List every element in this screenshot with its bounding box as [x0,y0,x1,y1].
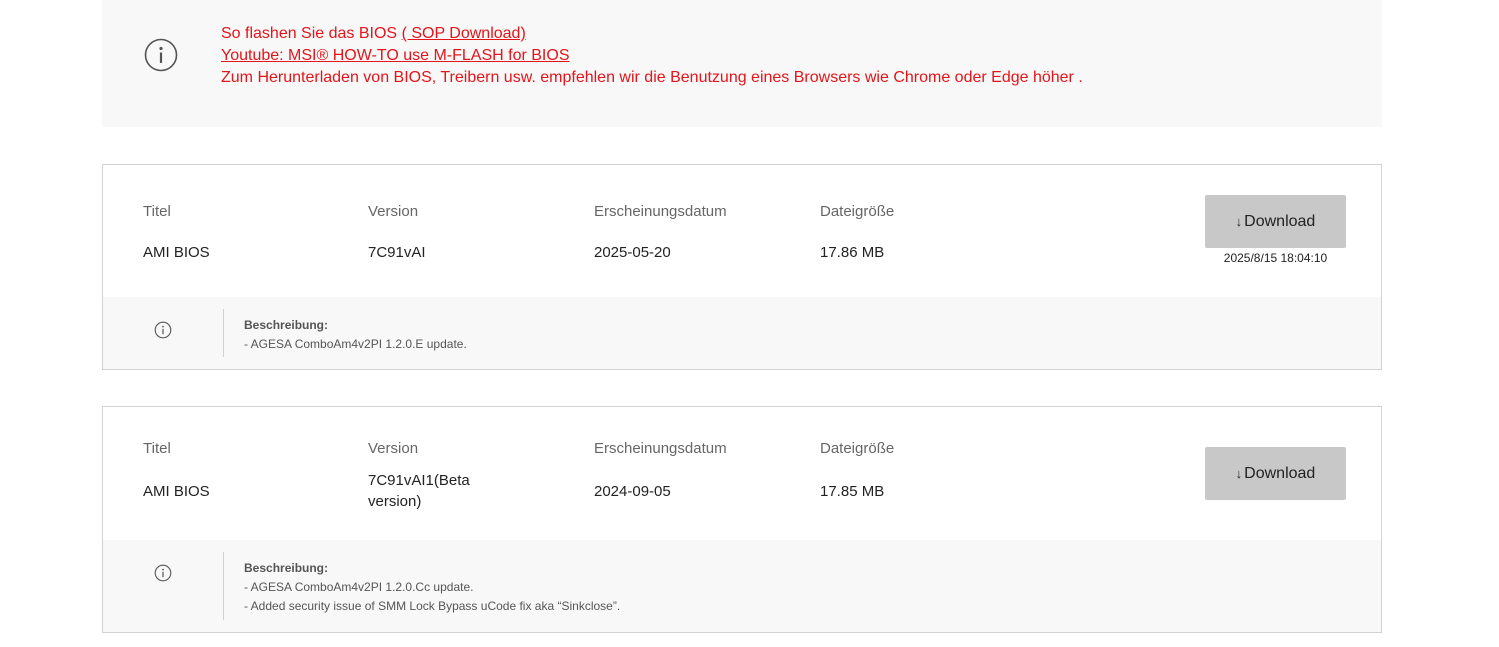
download-arrow-icon: ↓ [1235,214,1243,229]
bios-download-card: Titel Version Erscheinungsdatum Dateigrö… [102,164,1382,370]
notice-line-1: So flashen Sie das BIOS ( SOP Download) [221,23,1083,45]
info-icon [154,321,172,339]
youtube-mflash-link[interactable]: Youtube: MSI® HOW-TO use M-FLASH for BIO… [221,47,570,64]
description-body: Beschreibung: - AGESA ComboAm4v2PI 1.2.0… [244,559,620,616]
date-column-header: Erscheinungsdatum [594,440,727,457]
sop-download-link[interactable]: ( SOP Download) [402,25,526,42]
bios-version-line-1: 7C91vAI1(Beta [368,472,470,489]
flash-bios-text: So flashen Sie das BIOS [221,25,398,42]
card-summary: Titel Version Erscheinungsdatum Dateigrö… [103,165,1381,297]
release-date: 2024-09-05 [594,483,671,500]
download-timestamp: 2025/8/15 18:04:10 [1223,251,1328,265]
browser-recommendation-text: Zum Herunterladen von BIOS, Treibern usw… [221,69,1083,86]
download-label: Download [1244,212,1316,230]
description-panel: Beschreibung: - AGESA ComboAm4v2PI 1.2.0… [103,540,1381,632]
download-button[interactable]: ↓ Download [1205,195,1346,248]
notice-text: So flashen Sie das BIOS ( SOP Download) … [221,23,1083,89]
file-size: 17.86 MB [820,244,885,261]
download-button[interactable]: ↓ Download [1205,447,1346,500]
release-date: 2025-05-20 [594,244,671,261]
bios-download-card: Titel Version Erscheinungsdatum Dateigrö… [102,406,1382,633]
description-line: - Added security issue of SMM Lock Bypas… [244,599,621,613]
version-column-header: Version [368,440,419,457]
download-label: Download [1244,464,1316,482]
info-icon [144,38,178,72]
size-column-header: Dateigröße [820,203,895,220]
bios-title: AMI BIOS [143,244,210,261]
description-line: - AGESA ComboAm4v2PI 1.2.0.E update. [244,337,467,351]
description-panel: Beschreibung: - AGESA ComboAm4v2PI 1.2.0… [103,297,1381,369]
description-body: Beschreibung: - AGESA ComboAm4v2PI 1.2.0… [244,316,467,354]
info-icon [154,564,172,582]
size-column-header: Dateigröße [820,440,895,457]
bios-title: AMI BIOS [143,483,210,500]
description-divider [223,552,224,620]
description-divider [223,309,224,357]
title-column-header: Titel [143,440,171,457]
bios-version: 7C91vAI [368,244,426,261]
bios-notice-panel: So flashen Sie das BIOS ( SOP Download) … [102,0,1382,127]
card-summary: Titel Version Erscheinungsdatum Dateigrö… [103,407,1381,540]
title-column-header: Titel [143,203,171,220]
version-column-header: Version [368,203,419,220]
description-label: Beschreibung: [244,318,329,332]
notice-line-2: Youtube: MSI® HOW-TO use M-FLASH for BIO… [221,45,1083,67]
description-label: Beschreibung: [244,561,329,575]
date-column-header: Erscheinungsdatum [594,203,727,220]
bios-version-line-2: version) [368,493,422,510]
bios-version: 7C91vAI1(Beta version) [368,470,470,512]
file-size: 17.85 MB [820,483,885,500]
download-arrow-icon: ↓ [1235,466,1243,481]
description-line: - AGESA ComboAm4v2PI 1.2.0.Cc update. [244,580,474,594]
